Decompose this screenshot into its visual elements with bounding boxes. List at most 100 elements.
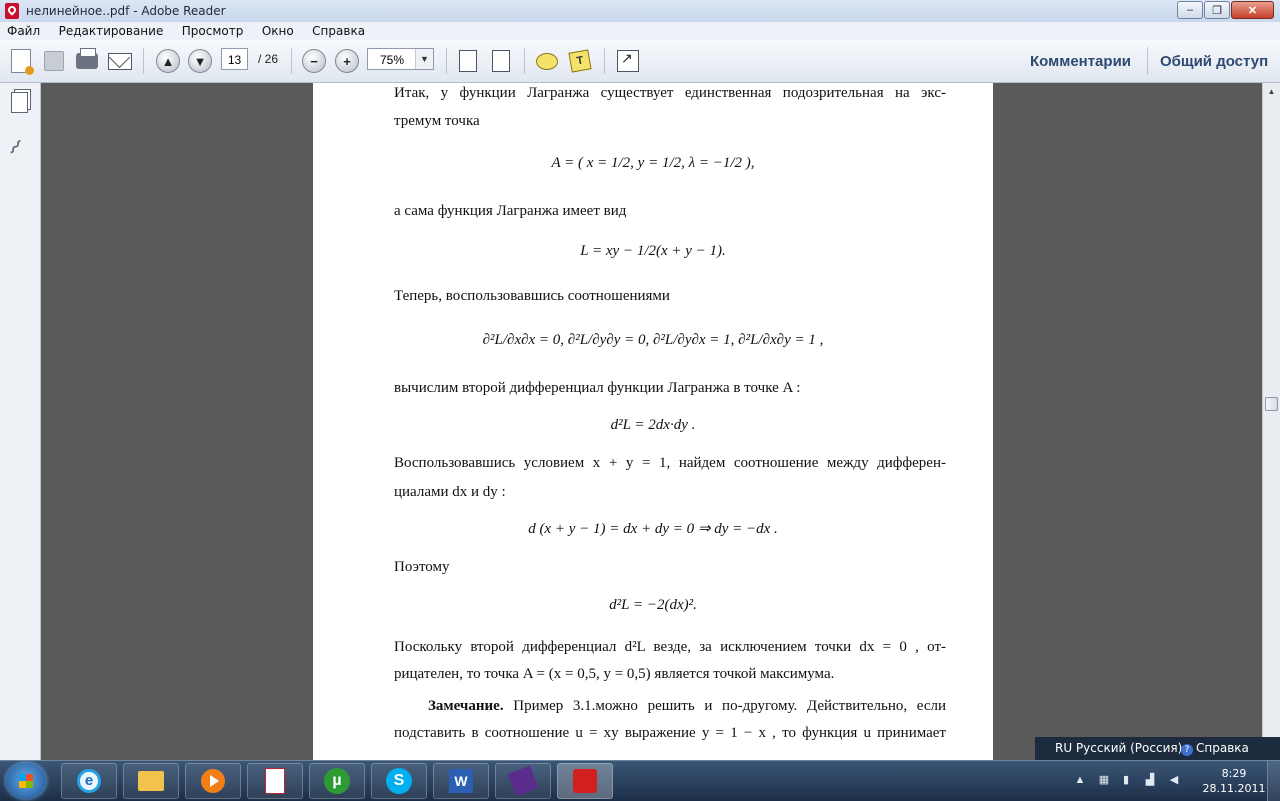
pen-icon — [507, 765, 539, 797]
taskbar-adobe-reader[interactable] — [557, 763, 613, 799]
word-icon: W — [449, 769, 473, 793]
battery-icon[interactable]: ▮ — [1120, 774, 1132, 786]
text-line: Теперь, воспользовавшись соотношениями — [394, 288, 670, 304]
pdf-page: Итак, у функции Лагранжа существует един… — [313, 83, 993, 760]
text-line: вычислим второй дифференциал функции Лаг… — [394, 380, 801, 396]
create-pdf-button[interactable] — [8, 48, 34, 75]
vertical-scrollbar[interactable]: ▲ ▼ — [1262, 83, 1280, 760]
minimize-button[interactable]: – — [1177, 1, 1203, 19]
page-total: / 26 — [258, 52, 279, 66]
next-page-button[interactable]: ▼ — [187, 48, 213, 74]
zoom-out-button[interactable]: − — [301, 48, 327, 74]
zoom-select[interactable]: 75% ▼ — [367, 48, 434, 70]
clock[interactable]: 8:29 28.11.2011 — [1202, 766, 1266, 796]
taskbar: e µ S W ▲ ▦ ▮ ▟ ◀ 8:29 28.11.2011 — [0, 760, 1280, 801]
minus-icon: − — [302, 49, 326, 73]
equation: ∂²L/∂x∂x = 0, ∂²L/∂y∂y = 0, ∂²L/∂y∂x = 1… — [482, 332, 824, 348]
help-icon: ? — [1181, 744, 1193, 756]
menu-help[interactable]: Справка — [305, 22, 372, 38]
taskbar-media-player[interactable] — [185, 763, 241, 799]
close-button[interactable]: ✕ — [1231, 1, 1274, 19]
window-title: нелинейное..pdf - Adobe Reader — [26, 4, 226, 18]
remark-text: Пример 3.1.можно решить и по-другому. Де… — [503, 698, 946, 714]
taskbar-draw-app[interactable] — [495, 763, 551, 799]
show-desktop-button[interactable] — [1267, 761, 1280, 801]
taskbar-internet-explorer[interactable]: e — [61, 763, 117, 799]
text-line: циалами dx и dy : — [394, 484, 506, 500]
scroll-thumb[interactable] — [1265, 397, 1278, 411]
chevron-down-icon[interactable]: ▼ — [415, 49, 433, 69]
attachments-icon[interactable]: ⌇ — [3, 135, 27, 160]
email-button[interactable] — [107, 48, 133, 74]
text-line: подставить в соотношение u = xy выражени… — [394, 725, 946, 741]
taskbar-skype[interactable]: S — [371, 763, 427, 799]
highlight-text-button[interactable]: T — [567, 48, 593, 74]
tray-expand-icon[interactable]: ▲ — [1074, 774, 1086, 786]
fit-page-button[interactable] — [455, 48, 481, 74]
equation: d²L = −2(dx)². — [609, 597, 697, 613]
full-screen-button[interactable] — [615, 48, 641, 74]
text-line: Поскольку второй дифференциал d²L везде,… — [394, 639, 946, 655]
network-icon[interactable]: ▦ — [1098, 774, 1110, 786]
previous-page-button[interactable]: ▲ — [155, 48, 181, 74]
start-button[interactable] — [6, 763, 46, 799]
media-player-icon — [201, 769, 225, 793]
scroll-up-arrow[interactable]: ▲ — [1265, 85, 1278, 99]
volume-icon[interactable]: ◀ — [1168, 774, 1180, 786]
skype-icon: S — [386, 768, 412, 794]
menu-window[interactable]: Окно — [255, 22, 301, 38]
arrow-up-icon: ▲ — [156, 49, 180, 73]
expand-icon — [617, 50, 639, 72]
save-button[interactable] — [41, 48, 67, 74]
page-number-input[interactable]: 13 — [221, 48, 248, 70]
page-thumbnails-icon[interactable] — [11, 92, 28, 113]
text-line: Поэтому — [394, 559, 450, 575]
adobe-reader-icon — [573, 769, 597, 793]
taskbar-explorer[interactable] — [123, 763, 179, 799]
menu-file[interactable]: Файл — [0, 22, 47, 38]
remark-line: Замечание. Пример 3.1.можно решить и по-… — [428, 698, 946, 715]
title-bar: нелинейное..pdf - Adobe Reader – ❐ ✕ — [0, 0, 1280, 23]
window-controls: – ❐ ✕ — [1176, 1, 1274, 19]
share-tab[interactable]: Общий доступ — [1160, 53, 1268, 70]
taskbar-word[interactable]: W — [433, 763, 489, 799]
arrow-down-icon: ▼ — [188, 49, 212, 73]
text-line: а сама функция Лагранжа имеет вид — [394, 203, 627, 219]
printer-icon — [76, 48, 98, 69]
envelope-icon — [108, 52, 132, 70]
equation: d (x + y − 1) = dx + dy = 0 ⇒ dy = −dx . — [528, 521, 778, 537]
document-viewport[interactable]: Итак, у функции Лагранжа существует един… — [41, 83, 1262, 760]
plus-icon: + — [335, 49, 359, 73]
fit-page-icon — [459, 50, 477, 72]
help-button[interactable]: ? Справка — [1181, 741, 1249, 756]
comments-tab[interactable]: Комментарии — [1030, 53, 1131, 70]
save-icon — [44, 51, 64, 71]
add-comment-button[interactable] — [534, 48, 560, 74]
print-button[interactable] — [74, 48, 100, 74]
folder-icon — [138, 771, 164, 791]
language-bar: RU Русский (Россия) ? Справка — [1035, 737, 1280, 760]
adobe-reader-icon — [5, 3, 19, 19]
clock-time: 8:29 — [1221, 767, 1247, 780]
taskbar-utorrent[interactable]: µ — [309, 763, 365, 799]
cards-icon — [265, 768, 285, 794]
equation: L = xy − 1/2(x + y − 1). — [580, 243, 726, 259]
clock-date: 28.11.2011 — [1202, 782, 1266, 795]
internet-explorer-icon: e — [77, 769, 101, 793]
utorrent-icon: µ — [324, 768, 350, 794]
fit-width-icon — [492, 50, 510, 72]
highlight-pen-icon: T — [568, 49, 592, 73]
zoom-value: 75% — [380, 53, 405, 67]
zoom-in-button[interactable]: + — [334, 48, 360, 74]
language-indicator[interactable]: RU Русский (Россия) — [1055, 741, 1182, 755]
fit-width-button[interactable] — [488, 48, 514, 74]
menu-view[interactable]: Просмотр — [175, 22, 251, 38]
system-tray: ▲ ▦ ▮ ▟ ◀ 8:29 28.11.2011 — [1068, 761, 1280, 801]
taskbar-solitaire[interactable] — [247, 763, 303, 799]
comment-bubble-icon — [536, 52, 558, 70]
create-document-icon — [11, 49, 34, 75]
equation: d²L = 2dx·dy . — [610, 417, 696, 433]
signal-icon[interactable]: ▟ — [1144, 774, 1156, 786]
menu-edit[interactable]: Редактирование — [52, 22, 171, 38]
maximize-button[interactable]: ❐ — [1204, 1, 1230, 19]
